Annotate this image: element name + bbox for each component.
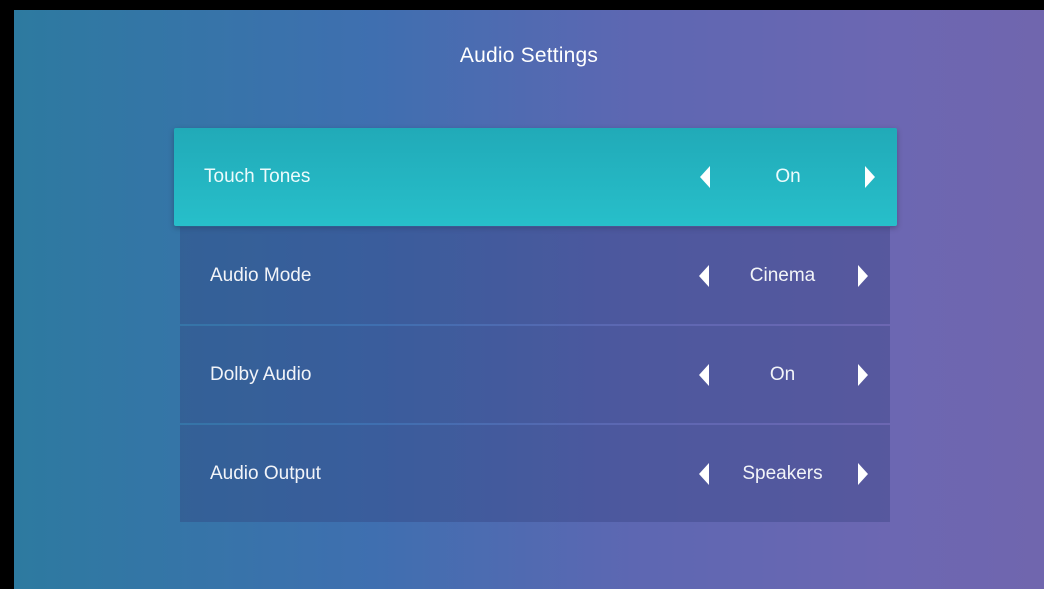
triangle-right-icon[interactable] xyxy=(858,264,868,287)
settings-menu: Touch Tones On Audio Mode Cinema Dolby A… xyxy=(14,10,1044,589)
menu-item-value: On xyxy=(775,166,801,187)
menu-item-label: Dolby Audio xyxy=(210,363,312,385)
menu-item-label: Touch Tones xyxy=(204,166,311,187)
triangle-left-icon[interactable] xyxy=(699,264,709,287)
menu-item-value: On xyxy=(769,363,796,385)
triangle-left-icon[interactable] xyxy=(699,363,709,386)
triangle-right-icon[interactable] xyxy=(865,166,875,188)
menu-item-audio-mode[interactable]: Audio Mode Cinema xyxy=(180,227,890,324)
audio-settings-screen: Audio Settings Touch Tones On Audio Mode… xyxy=(14,10,1044,589)
menu-item-label: Audio Output xyxy=(210,462,321,484)
triangle-left-icon[interactable] xyxy=(700,166,710,188)
menu-item-value: Cinema xyxy=(749,264,816,286)
menu-item-label: Audio Mode xyxy=(210,264,312,286)
menu-item-dolby-audio[interactable]: Dolby Audio On xyxy=(180,326,890,423)
menu-item-touch-tones[interactable]: Touch Tones On xyxy=(174,128,897,226)
triangle-right-icon[interactable] xyxy=(858,462,868,485)
triangle-left-icon[interactable] xyxy=(699,462,709,485)
menu-item-audio-output[interactable]: Audio Output Speakers xyxy=(180,425,890,522)
triangle-right-icon[interactable] xyxy=(858,363,868,386)
menu-item-value: Speakers xyxy=(742,462,823,484)
